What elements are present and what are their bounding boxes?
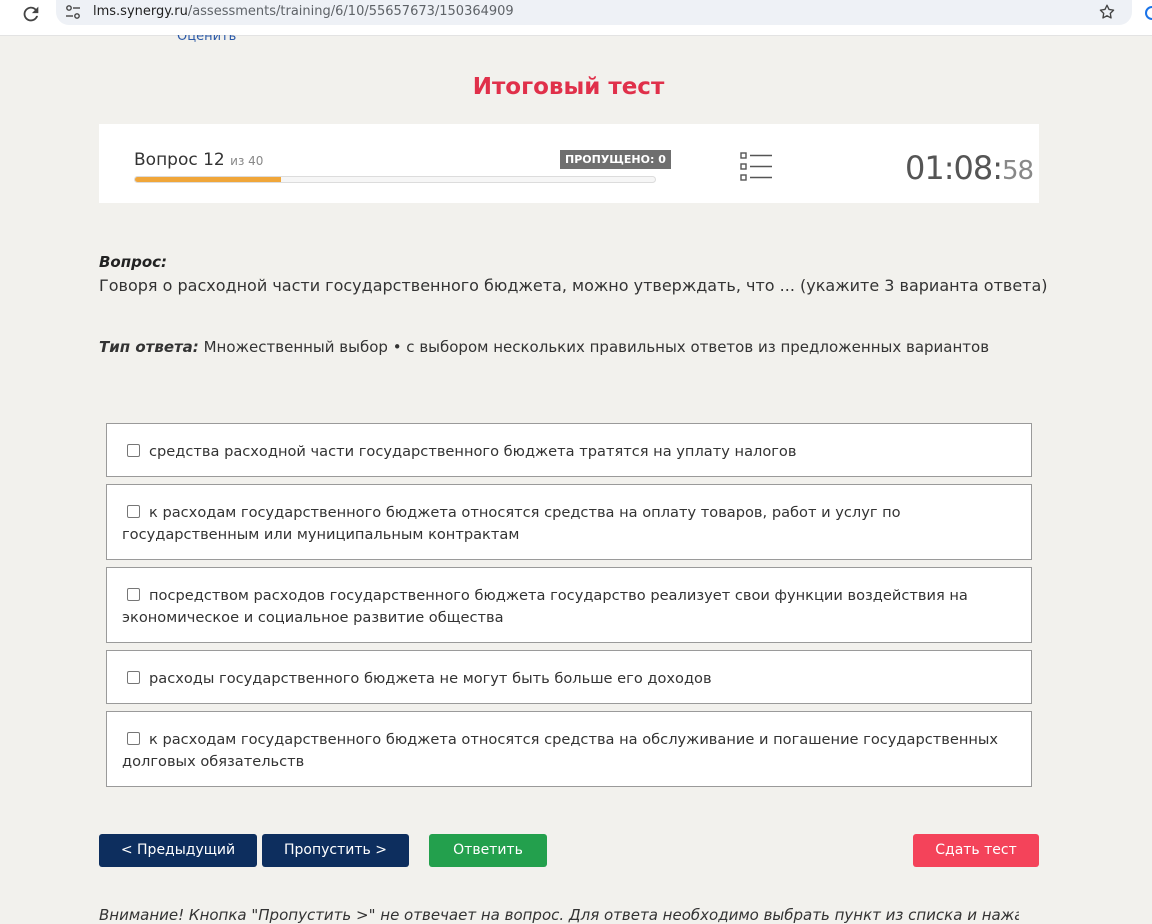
browser-toolbar: lms.synergy.ru/assessments/training/6/10… — [0, 0, 1152, 36]
answer-option-1[interactable]: средства расходной части государственног… — [106, 423, 1032, 477]
answer-option-3[interactable]: посредством расходов государственного бю… — [106, 567, 1032, 643]
url-host: lms.synergy.ru — [93, 4, 188, 19]
question-counter: Вопрос 12 из 40 — [134, 150, 263, 170]
option-text: расходы государственного бюджета не могу… — [149, 670, 712, 687]
question-number: Вопрос 12 — [134, 150, 225, 170]
reload-icon[interactable] — [20, 3, 42, 25]
option-text: к расходам государственного бюджета отно… — [122, 504, 901, 543]
url-text[interactable]: lms.synergy.ru/assessments/training/6/10… — [93, 4, 514, 19]
progress-panel: Вопрос 12 из 40 ПРОПУЩЕНО: 0 01:08:58 — [99, 124, 1039, 203]
option-checkbox[interactable] — [127, 444, 140, 457]
skipped-badge: ПРОПУЩЕНО: 0 — [560, 150, 671, 169]
answer-button[interactable]: Ответить — [429, 834, 547, 867]
option-checkbox[interactable] — [127, 505, 140, 518]
site-settings-icon[interactable] — [65, 4, 81, 20]
countdown-timer: 01:08:58 — [905, 149, 1034, 187]
skip-warning: Внимание! Кнопка "Пропустить >" не отвеч… — [99, 906, 1019, 924]
profile-avatar-icon[interactable] — [1145, 6, 1152, 22]
option-checkbox[interactable] — [127, 732, 140, 745]
progress-fill — [135, 177, 281, 182]
finish-test-button[interactable]: Сдать тест — [913, 834, 1039, 867]
option-text: к расходам государственного бюджета отно… — [122, 731, 999, 770]
answer-option-2[interactable]: к расходам государственного бюджета отно… — [106, 484, 1032, 560]
page-title: Итоговый тест — [472, 74, 665, 100]
option-text: средства расходной части государственног… — [149, 443, 797, 460]
url-path: /assessments/training/6/10/55657673/1503… — [187, 4, 514, 19]
progress-bar — [134, 176, 656, 183]
answer-type-label: Тип ответа: — [99, 338, 199, 356]
question-list-icon[interactable] — [740, 152, 773, 182]
answer-type-value: Множественный выбор • с выбором нескольк… — [203, 338, 990, 356]
option-checkbox[interactable] — [127, 588, 140, 601]
timer-main: 01:08: — [905, 149, 1003, 187]
option-text: посредством расходов государственного бю… — [122, 587, 968, 626]
address-bar[interactable]: lms.synergy.ru/assessments/training/6/10… — [56, 0, 1132, 25]
answer-type: Тип ответа: Множественный выбор • с выбо… — [99, 338, 989, 356]
skip-button[interactable]: Пропустить > — [262, 834, 409, 867]
answer-option-5[interactable]: к расходам государственного бюджета отно… — [106, 711, 1032, 787]
question-total: из 40 — [230, 154, 264, 168]
previous-button[interactable]: < Предыдущий — [99, 834, 257, 867]
question-heading: Вопрос: — [99, 253, 168, 271]
bookmark-star-icon[interactable] — [1098, 3, 1116, 21]
answer-option-4[interactable]: расходы государственного бюджета не могу… — [106, 650, 1032, 704]
rate-link[interactable]: Оценить — [177, 35, 236, 44]
timer-seconds: 58 — [1002, 156, 1034, 186]
question-text: Говоря о расходной части государственног… — [99, 276, 1048, 295]
option-checkbox[interactable] — [127, 671, 140, 684]
